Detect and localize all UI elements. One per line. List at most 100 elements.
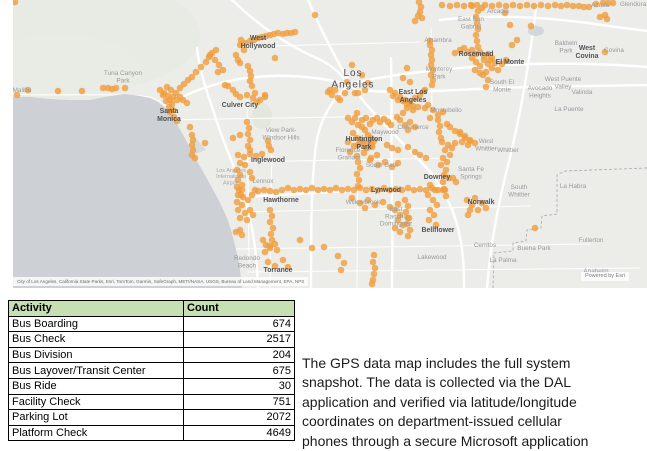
gps-point [79, 88, 86, 95]
gps-point [610, 0, 617, 6]
gps-point [202, 140, 209, 147]
gps-point [397, 229, 404, 236]
count-cell: 675 [184, 363, 295, 379]
gps-point [444, 159, 451, 166]
gps-point [198, 64, 205, 71]
activity-count-table: Activity Count Bus Boarding674Bus Check2… [8, 300, 295, 441]
gps-point [342, 90, 349, 97]
count-cell: 30 [184, 378, 295, 394]
gps-point [193, 69, 200, 76]
gps-point [329, 92, 336, 99]
gps-point [419, 15, 426, 22]
gps-point [538, 2, 545, 9]
table-row: Platform Check4649 [9, 425, 295, 441]
city-label: Covina [604, 47, 624, 54]
gps-point [437, 123, 444, 130]
gps-point [405, 144, 412, 151]
gps-point [309, 185, 316, 192]
city-label: Valinda [572, 89, 593, 96]
gps-point [230, 135, 237, 142]
gps-point [558, 3, 565, 10]
city-label: Whittier [497, 147, 520, 154]
gps-point [355, 90, 362, 97]
gps-point [267, 219, 274, 226]
gps-point [187, 124, 194, 131]
gps-point [447, 3, 454, 10]
gps-point [249, 83, 256, 90]
gps-point [517, 3, 524, 10]
city-label: Bellflower [422, 227, 455, 234]
table-row: Bus Check2517 [9, 332, 295, 348]
city-label: View Park-Windsor Hills [262, 127, 299, 141]
city-label: Willowbrook [346, 199, 381, 206]
gps-point [272, 241, 279, 248]
gps-point [461, 3, 468, 10]
gps-point [404, 65, 411, 72]
gps-point [495, 67, 502, 74]
city-label: SantaMonica [157, 108, 181, 123]
table-header-row: Activity Count [9, 301, 295, 317]
activity-cell: Bus Layover/Transit Center [9, 363, 184, 379]
gps-point [483, 84, 490, 91]
gps-point [438, 162, 445, 169]
gps-point [321, 186, 328, 193]
city-label: BaldwinPark [555, 40, 578, 54]
gps-point [402, 197, 409, 204]
gps-point [474, 38, 481, 45]
gps-point [213, 47, 220, 54]
powered-by-esri-link[interactable]: Powered by Esri [581, 272, 629, 281]
gps-point [427, 182, 434, 189]
table-row: Bus Ride30 [9, 378, 295, 394]
gps-point [442, 187, 449, 194]
city-label: South Gate [366, 162, 399, 169]
gps-point [357, 185, 364, 192]
document-page: LosAngelesWestHollywoodSantaMonicaCulver… [0, 0, 647, 450]
gps-point [233, 229, 240, 236]
table-row: Facility Check751 [9, 394, 295, 410]
gps-point [268, 147, 275, 154]
gps-point [327, 187, 334, 194]
gps-point [532, 225, 539, 232]
gps-point [246, 125, 253, 132]
gps-point [465, 212, 472, 219]
gps-point [447, 152, 454, 159]
gps-point [405, 185, 412, 192]
gps-point [528, 23, 535, 30]
gps-point [321, 244, 328, 251]
city-label: Arcadia [487, 8, 509, 15]
gps-point [400, 75, 407, 82]
gps-point [237, 60, 244, 67]
activity-cell: Platform Check [9, 425, 184, 441]
gps-point [384, 142, 391, 149]
gps-point [354, 110, 361, 117]
gps-point [315, 187, 322, 194]
gps-point [422, 105, 429, 112]
gps-point [442, 147, 449, 154]
gps-point [510, 2, 517, 9]
gps-point [436, 129, 443, 136]
gps-point [261, 187, 268, 194]
gps-point [335, 253, 342, 260]
activity-cell: Bus Boarding [9, 316, 184, 332]
gps-point [262, 249, 269, 256]
gps-point [250, 212, 257, 219]
gps-point [407, 79, 414, 86]
gps-point [405, 203, 412, 210]
gps-point [453, 179, 460, 186]
gps-point [417, 186, 424, 193]
gps-point [374, 152, 381, 159]
table-row: Bus Layover/Transit Center675 [9, 363, 295, 379]
gps-point [55, 88, 62, 95]
gps-point [372, 265, 379, 272]
city-label: El Monte [496, 59, 525, 66]
gps-point [475, 207, 482, 214]
city-label: Norwalk [468, 199, 495, 206]
gps-point [434, 202, 441, 209]
count-cell: 204 [184, 347, 295, 363]
gps-point [270, 225, 277, 232]
gps-point [524, 2, 531, 9]
city-label: SouthWhittier [508, 184, 531, 198]
gps-point [339, 187, 346, 194]
gps-point [237, 132, 244, 139]
gps-point [552, 2, 559, 9]
